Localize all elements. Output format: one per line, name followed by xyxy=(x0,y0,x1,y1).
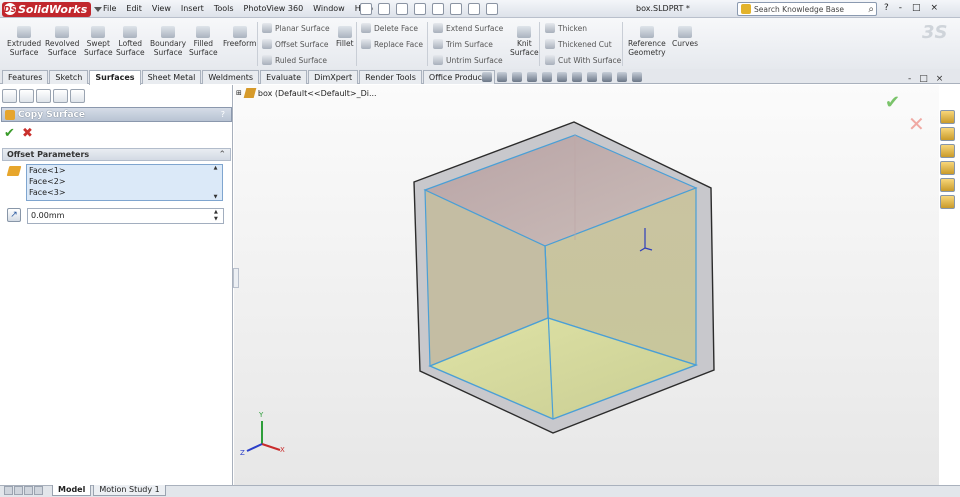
triad-x-axis xyxy=(261,443,281,451)
last-tab-button[interactable] xyxy=(34,486,43,495)
triad-y-label: Y xyxy=(259,411,264,419)
next-tab-button[interactable] xyxy=(24,486,33,495)
tab-navigation xyxy=(4,486,43,495)
triad-x-label: X xyxy=(280,446,285,454)
file-explorer-icon[interactable] xyxy=(940,144,955,158)
panel-splitter[interactable] xyxy=(233,268,239,288)
appearances-icon[interactable] xyxy=(940,178,955,192)
tab-motion-study[interactable]: Motion Study 1 xyxy=(93,485,166,496)
custom-properties-icon[interactable] xyxy=(940,195,955,209)
confirm-corner-cancel-icon[interactable]: ✕ xyxy=(908,112,925,136)
design-library-icon[interactable] xyxy=(940,127,955,141)
confirm-corner-ok-icon[interactable]: ✔ xyxy=(885,92,900,113)
resources-icon[interactable] xyxy=(940,110,955,124)
tab-model[interactable]: Model xyxy=(52,485,92,496)
cube-model[interactable] xyxy=(0,0,960,497)
prev-tab-button[interactable] xyxy=(14,486,23,495)
view-palette-icon[interactable] xyxy=(940,161,955,175)
triad-z-label: Z xyxy=(240,449,245,457)
model-tabs: Model Motion Study 1 xyxy=(52,485,168,496)
first-tab-button[interactable] xyxy=(4,486,13,495)
coordinate-triad[interactable] xyxy=(246,421,281,452)
triad-z-axis xyxy=(246,443,263,452)
task-pane xyxy=(940,110,958,220)
